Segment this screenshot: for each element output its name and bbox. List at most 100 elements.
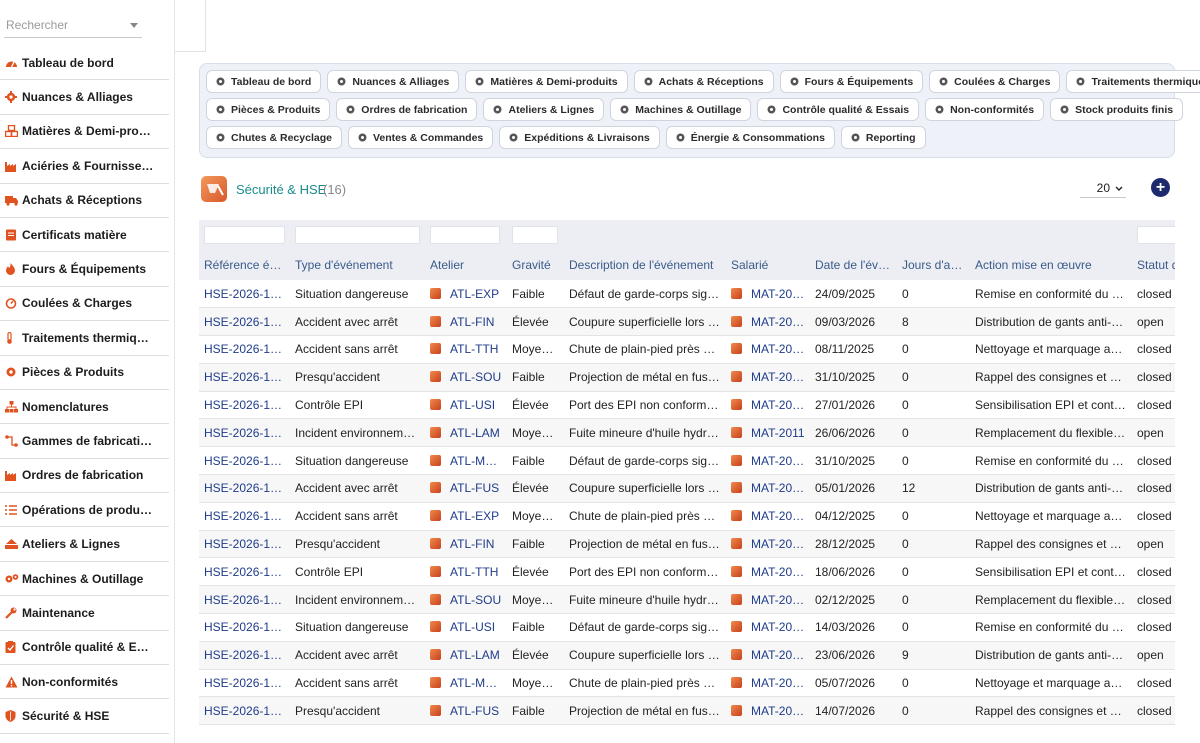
chevron-down-icon[interactable]	[130, 23, 138, 28]
table-row[interactable]: HSE-2026-1011 Incident environnemental ATL…	[199, 418, 1175, 447]
sidebar-item-securite-hse[interactable]: Sécurité & HSE	[0, 699, 169, 734]
link-text[interactable]: ATL-SOU	[450, 370, 501, 384]
column-header[interactable]: Gravité	[507, 250, 564, 280]
link-text[interactable]: MAT-2004	[751, 620, 805, 634]
table-row[interactable]: HSE-2026-1016 Situation dangereuse ATL-EXP…	[199, 280, 1175, 308]
link-text[interactable]: ATL-FIN	[450, 537, 494, 551]
table-cell[interactable]: MAT-2008	[726, 502, 810, 530]
link-text[interactable]: ATL-FUS	[450, 481, 499, 495]
module-chip-coulees-charges[interactable]: Coulées & Charges	[929, 70, 1061, 93]
table-cell[interactable]: HSE-2026-1014	[199, 336, 290, 364]
table-cell[interactable]: HSE-2026-1012	[199, 391, 290, 419]
sidebar-item-gammes-de-fabricati[interactable]: Gammes de fabricati…	[0, 424, 169, 459]
column-header[interactable]: Action mise en œuvre	[970, 250, 1132, 280]
table-row[interactable]: HSE-2026-1009 Accident avec arrêt ATL-FUS É…	[199, 474, 1175, 503]
module-chip-expeditions-livraisons[interactable]: Expéditions & Livraisons	[499, 126, 660, 149]
sidebar-item-nuances-alliages[interactable]: Nuances & Alliages	[0, 80, 169, 115]
link-text[interactable]: MAT-2010	[751, 454, 805, 468]
table-cell[interactable]: ATL-MOU	[425, 669, 507, 697]
sidebar-item-machines-outillage[interactable]: Machines & Outillage	[0, 562, 169, 597]
table-cell[interactable]: ATL-FIN	[425, 530, 507, 558]
table-cell[interactable]: MAT-2010	[726, 447, 810, 475]
module-chip-traitements-thermiques[interactable]: Traitements thermiques	[1066, 70, 1200, 93]
column-header[interactable]: Atelier	[425, 250, 507, 280]
sidebar-item-tableau-de-bord[interactable]: Tableau de bord	[0, 46, 169, 81]
table-cell[interactable]: MAT-2011	[726, 419, 810, 447]
table-cell[interactable]: HSE-2026-1004	[199, 614, 290, 642]
table-cell[interactable]: ATL-SOU	[425, 586, 507, 614]
column-filter-input[interactable]	[512, 226, 558, 244]
module-chip-ordres-de-fabrication[interactable]: Ordres de fabrication	[336, 98, 478, 121]
table-cell[interactable]: HSE-2026-1005	[199, 586, 290, 614]
column-header[interactable]: Jours d'arrêt	[897, 250, 970, 280]
module-chip-achats-receptions[interactable]: Achats & Réceptions	[633, 70, 774, 93]
link-text[interactable]: MAT-2008	[751, 509, 805, 523]
table-cell[interactable]: ATL-LAM	[425, 641, 507, 669]
table-cell[interactable]: HSE-2026-1010	[199, 447, 290, 475]
module-chip-chutes-recyclage[interactable]: Chutes & Recyclage	[206, 126, 342, 149]
column-filter-input[interactable]	[1137, 226, 1175, 244]
table-cell[interactable]: MAT-2016	[726, 280, 810, 308]
column-header[interactable]: Description de l'événement	[564, 250, 726, 280]
link-text[interactable]: MAT-2014	[751, 342, 805, 356]
table-row[interactable]: HSE-2026-1005 Incident environnemental ATL…	[199, 585, 1175, 614]
link-text[interactable]: MAT-2013	[751, 370, 805, 384]
link-text[interactable]: MAT-2006	[751, 565, 805, 579]
table-row[interactable]: HSE-2026-1008 Accident sans arrêt ATL-EXP M…	[199, 502, 1175, 531]
module-chip-energie-consommations[interactable]: Énergie & Consommations	[665, 126, 835, 149]
search-select[interactable]	[4, 14, 142, 38]
sidebar-item-fours-equipements[interactable]: Fours & Équipements	[0, 252, 169, 287]
link-text[interactable]: MAT-2015	[751, 315, 805, 329]
module-chip-controle-qualite-essais[interactable]: Contrôle qualité & Essais	[757, 98, 920, 121]
module-chip-ateliers-lignes[interactable]: Ateliers & Lignes	[483, 98, 605, 121]
table-cell[interactable]: MAT-2002	[726, 669, 810, 697]
page-size-select[interactable]: 20	[1080, 178, 1126, 198]
sidebar-item-ordres-de-fabrication[interactable]: Ordres de fabrication	[0, 459, 169, 494]
table-cell[interactable]: ATL-TTH	[425, 558, 507, 586]
table-cell[interactable]: MAT-2012	[726, 391, 810, 419]
module-chip-non-conformites[interactable]: Non-conformités	[925, 98, 1045, 121]
table-row[interactable]: HSE-2026-1015 Accident avec arrêt ATL-FIN É…	[199, 307, 1175, 336]
table-cell[interactable]: ATL-USI	[425, 391, 507, 419]
table-row[interactable]: HSE-2026-1013 Presqu'accident ATL-SOU Faibl…	[199, 363, 1175, 392]
column-header[interactable]: Référence év…	[199, 250, 290, 280]
table-cell[interactable]: MAT-2007	[726, 530, 810, 558]
sidebar-item-matieres-demi-pro[interactable]: Matières & Demi-pro…	[0, 115, 169, 150]
add-record-button[interactable]: +	[1151, 178, 1170, 197]
link-text[interactable]: MAT-2002	[751, 676, 805, 690]
link-text[interactable]: ATL-LAM	[450, 426, 500, 440]
table-cell[interactable]: MAT-2013	[726, 363, 810, 391]
table-cell[interactable]: HSE-2026-1011	[199, 419, 290, 447]
table-cell[interactable]: HSE-2026-1015	[199, 308, 290, 336]
module-chip-tableau-de-bord[interactable]: Tableau de bord	[206, 70, 322, 93]
table-row[interactable]: HSE-2026-1010 Situation dangereuse ATL-MOU…	[199, 447, 1175, 475]
link-text[interactable]: MAT-2016	[751, 287, 805, 301]
module-chip-pieces-produits[interactable]: Pièces & Produits	[206, 98, 331, 121]
link-text[interactable]: ATL-TTH	[450, 342, 498, 356]
table-cell[interactable]: HSE-2026-1016	[199, 280, 290, 308]
link-text[interactable]: ATL-MOU	[450, 676, 503, 690]
link-text[interactable]: ATL-USI	[450, 398, 495, 412]
table-cell[interactable]: HSE-2026-1009	[199, 475, 290, 503]
table-cell[interactable]: HSE-2026-1003	[199, 641, 290, 669]
table-row[interactable]: HSE-2026-1001 Presqu'accident ATL-FUS Faibl…	[199, 696, 1175, 725]
link-text[interactable]: ATL-EXP	[450, 287, 499, 301]
table-row[interactable]: HSE-2026-1012 Contrôle EPI ATL-USI Élevée Po…	[199, 391, 1175, 419]
table-cell[interactable]: MAT-2015	[726, 308, 810, 336]
column-header[interactable]: Statut d	[1132, 250, 1175, 280]
module-chip-nuances-alliages[interactable]: Nuances & Alliages	[327, 70, 460, 93]
table-cell[interactable]: ATL-USI	[425, 614, 507, 642]
table-cell[interactable]: ATL-MOU	[425, 447, 507, 475]
link-text[interactable]: MAT-2007	[751, 537, 805, 551]
table-cell[interactable]: MAT-2004	[726, 614, 810, 642]
sidebar-item-traitements-thermiq[interactable]: Traitements thermiq…	[0, 321, 169, 356]
table-cell[interactable]: MAT-2014	[726, 336, 810, 364]
table-cell[interactable]: ATL-FUS	[425, 475, 507, 503]
link-text[interactable]: MAT-2009	[751, 481, 805, 495]
table-cell[interactable]: HSE-2026-1001	[199, 697, 290, 725]
table-cell[interactable]: MAT-2006	[726, 558, 810, 586]
link-text[interactable]: ATL-USI	[450, 620, 495, 634]
table-cell[interactable]: MAT-2001	[726, 697, 810, 725]
sidebar-item-acieries-fournisse[interactable]: Aciéries & Fournisse…	[0, 149, 169, 184]
module-chip-stock-produits-finis[interactable]: Stock produits finis	[1050, 98, 1184, 121]
